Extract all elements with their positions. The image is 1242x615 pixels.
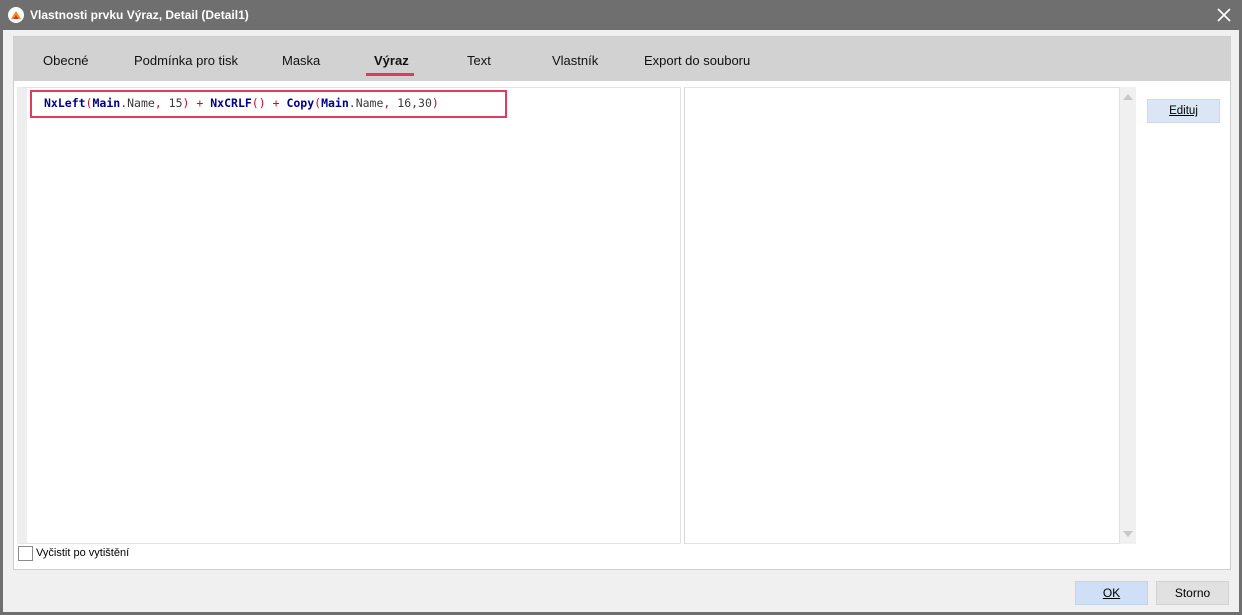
preview-pane [684, 87, 1120, 544]
code-token: 16,30 [397, 96, 432, 110]
expression-editor[interactable]: NxLeft(Main.Name, 15) + NxCRLF() + Copy(… [17, 87, 681, 544]
close-icon[interactable] [1212, 3, 1236, 27]
tab-text[interactable]: Text [467, 53, 491, 68]
content-panel: Obecné Podmínka pro tisk Maska Výraz Tex… [13, 36, 1231, 570]
expression-code: NxLeft(Main.Name, 15) + NxCRLF() + Copy(… [44, 95, 439, 111]
window-title: Vlastnosti prvku Výraz, Detail (Detail1) [30, 8, 249, 22]
tab-maska[interactable]: Maska [282, 53, 320, 68]
scroll-up-icon[interactable] [1123, 94, 1133, 100]
scroll-down-icon[interactable] [1123, 531, 1133, 537]
code-token: NxLeft [44, 96, 86, 110]
code-token: Main [321, 96, 349, 110]
cancel-button[interactable]: Storno [1156, 581, 1229, 605]
active-tab-indicator [366, 73, 414, 76]
tab-bar: Obecné Podmínka pro tisk Maska Výraz Tex… [14, 37, 1230, 81]
cancel-button-label: Storno [1174, 586, 1211, 600]
code-token: + [189, 96, 211, 110]
code-token: , [154, 96, 169, 110]
code-token: NxCRLF [210, 96, 252, 110]
code-token: Main [92, 96, 121, 110]
code-token: .Name [120, 96, 155, 110]
code-token: Copy [286, 96, 315, 110]
code-token: () [251, 96, 266, 110]
code-token: ) [431, 96, 439, 110]
code-token: .Name [348, 96, 384, 110]
tab-export-do-souboru[interactable]: Export do souboru [644, 53, 750, 68]
code-token: , [383, 96, 398, 110]
ok-button[interactable]: OK [1075, 581, 1148, 605]
title-bar: Vlastnosti prvku Výraz, Detail (Detail1) [0, 0, 1242, 30]
clear-after-print-checkbox[interactable] [18, 546, 33, 561]
ok-button-label: OK [1102, 586, 1121, 600]
clear-after-print-label: Vyčistit po vytištění [36, 547, 130, 559]
edit-button[interactable]: Edituj [1147, 99, 1220, 123]
tab-obecne[interactable]: Obecné [43, 53, 89, 68]
tab-vlastnik[interactable]: Vlastník [552, 53, 598, 68]
code-token: 15 [168, 96, 183, 110]
edit-button-label: Edituj [1169, 105, 1198, 117]
code-token: + [265, 96, 287, 110]
vertical-scrollbar[interactable] [1119, 87, 1136, 544]
expression-highlight: NxLeft(Main.Name, 15) + NxCRLF() + Copy(… [30, 90, 507, 118]
properties-dialog: Vlastnosti prvku Výraz, Detail (Detail1)… [0, 0, 1242, 615]
app-logo-icon [8, 7, 24, 23]
tab-vyraz[interactable]: Výraz [374, 53, 409, 68]
dialog-body: Obecné Podmínka pro tisk Maska Výraz Tex… [3, 30, 1239, 612]
tab-podminka-pro-tisk[interactable]: Podmínka pro tisk [134, 53, 238, 68]
